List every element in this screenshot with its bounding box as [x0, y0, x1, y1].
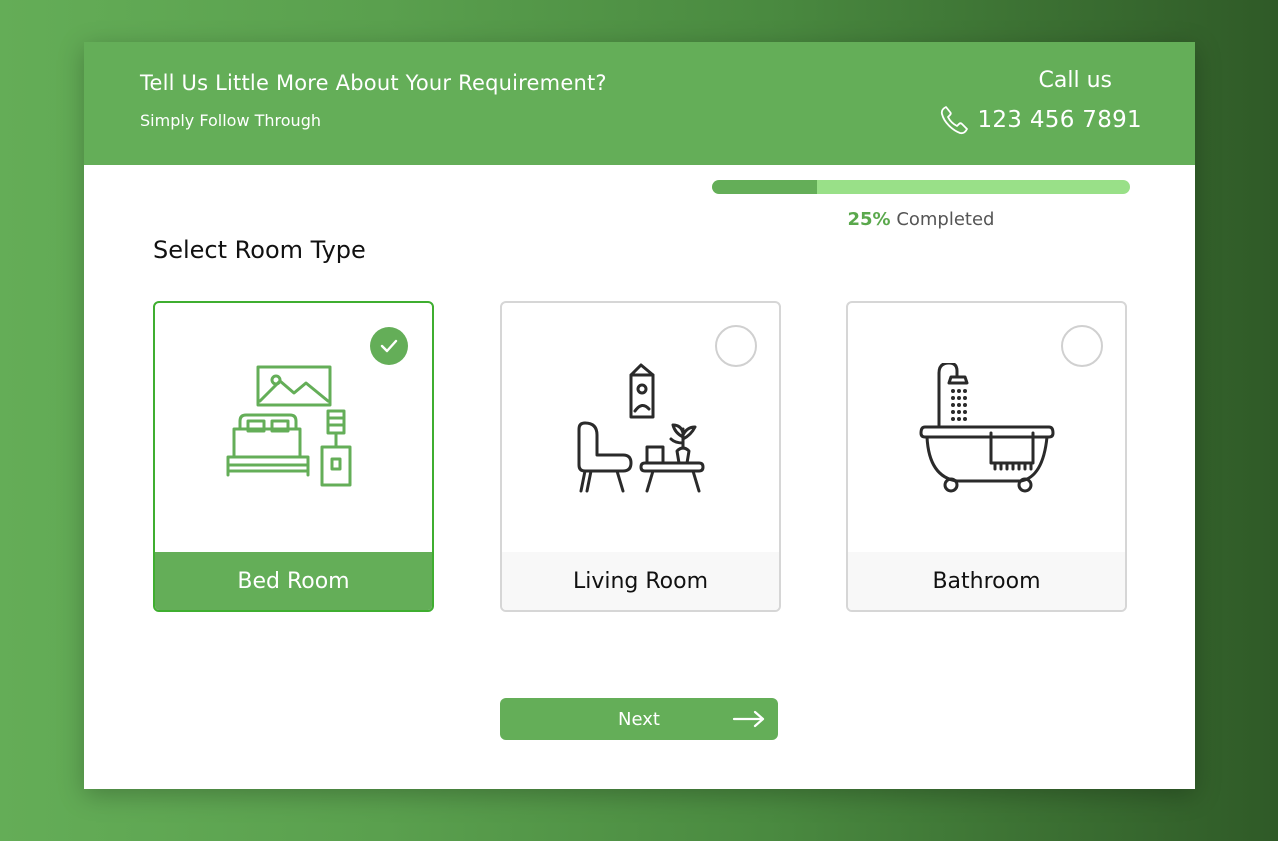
call-us-label: Call us: [1038, 68, 1112, 93]
bedroom-icon: [226, 365, 351, 487]
room-option-label: Living Room: [502, 552, 779, 610]
requirement-form-card: Tell Us Little More About Your Requireme…: [84, 42, 1195, 789]
progress-percent: 25%: [847, 209, 891, 230]
room-option-label: Bed Room: [155, 552, 432, 610]
next-button-label: Next: [618, 708, 660, 730]
phone-contact[interactable]: 123 456 7891: [937, 102, 1142, 138]
progress-bar: [712, 180, 1130, 194]
room-option-bathroom[interactable]: Bathroom: [846, 301, 1127, 612]
next-button[interactable]: Next: [500, 698, 778, 740]
room-option-label: Bathroom: [848, 552, 1125, 610]
phone-number: 123 456 7891: [977, 107, 1142, 133]
section-title: Select Room Type: [153, 236, 366, 264]
form-header: Tell Us Little More About Your Requireme…: [84, 42, 1195, 165]
room-option-radio[interactable]: [1061, 325, 1103, 367]
arrow-right-icon: [732, 710, 765, 728]
room-option-radio[interactable]: [715, 325, 757, 367]
progress-bar-fill: [712, 180, 817, 194]
room-option-living-room[interactable]: Living Room: [500, 301, 781, 612]
header-subtitle: Simply Follow Through: [140, 111, 321, 130]
living-room-icon: [577, 363, 704, 493]
progress-status-label: Completed: [896, 209, 995, 230]
phone-icon: [937, 102, 973, 138]
header-title: Tell Us Little More About Your Requireme…: [140, 71, 607, 95]
bathroom-icon: [919, 363, 1054, 493]
check-icon: [380, 339, 398, 353]
progress-status: 25% Completed: [712, 209, 1130, 230]
room-option-checkmark[interactable]: [370, 327, 408, 365]
room-option-bed-room[interactable]: Bed Room: [153, 301, 434, 612]
